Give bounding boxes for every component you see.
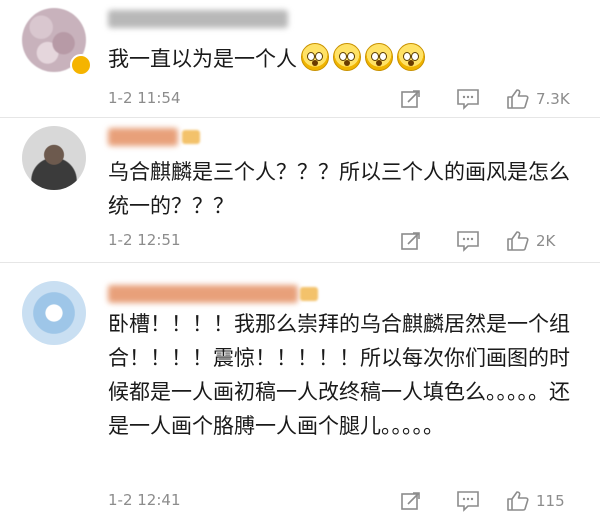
share-icon (401, 492, 420, 510)
like-button[interactable]: 2K (506, 230, 555, 252)
like-count: 2K (536, 232, 556, 250)
share-button[interactable] (400, 490, 422, 512)
comment-time: 1-2 12:51 (108, 231, 181, 249)
comment-text: 乌合麒麟是三个人？？？所以三个人的画风是怎么统一的？？？ (108, 160, 570, 218)
share-icon (401, 232, 420, 250)
thumbs-up-icon (507, 231, 529, 251)
username-blurred[interactable] (108, 10, 288, 28)
avatar[interactable] (22, 281, 86, 345)
comment-meta: 1-2 12:51 2K (108, 230, 600, 252)
like-button[interactable]: 115 (506, 490, 565, 512)
verified-badge-icon (70, 54, 92, 76)
comment-item: 卧槽！！！！我那么崇拜的乌合麒麟居然是一个组合！！！！震惊！！！！！所以每次你们… (0, 263, 600, 521)
comment-meta: 1-2 12:41 115 (108, 490, 600, 512)
like-button[interactable]: 7.3K (506, 88, 570, 110)
astonished-face-icon (397, 43, 425, 71)
share-button[interactable] (400, 230, 422, 252)
comment-icon (457, 231, 479, 252)
share-icon (401, 90, 420, 108)
comment-text: 卧槽！！！！我那么崇拜的乌合麒麟居然是一个组合！！！！震惊！！！！！所以每次你们… (108, 312, 570, 438)
username-blurred[interactable] (108, 285, 298, 303)
astonished-face-icon (365, 43, 393, 71)
comment-time: 1-2 11:54 (108, 89, 181, 107)
comment-icon (457, 89, 479, 110)
reply-button[interactable] (456, 88, 480, 110)
comment-text: 我一直以为是一个人 (108, 42, 584, 76)
share-button[interactable] (400, 88, 422, 110)
vip-badge-icon (182, 130, 200, 144)
comment-meta: 1-2 11:54 7.3K (108, 88, 600, 110)
comment-icon (457, 491, 479, 512)
avatar[interactable] (22, 126, 86, 190)
reply-button[interactable] (456, 230, 480, 252)
thumbs-up-icon (507, 491, 529, 511)
comment-item: 我一直以为是一个人 1-2 11:54 7.3K (0, 0, 600, 118)
vip-badge-icon (300, 287, 318, 301)
astonished-face-icon (333, 43, 361, 71)
comment-time: 1-2 12:41 (108, 491, 181, 509)
reply-button[interactable] (456, 490, 480, 512)
comment-item: 乌合麒麟是三个人？？？所以三个人的画风是怎么统一的？？？ 1-2 12:51 2… (0, 118, 600, 263)
like-count: 7.3K (536, 90, 570, 108)
username-blurred[interactable] (108, 128, 178, 146)
astonished-face-icon (301, 43, 329, 71)
thumbs-up-icon (507, 89, 529, 109)
like-count: 115 (536, 492, 565, 510)
